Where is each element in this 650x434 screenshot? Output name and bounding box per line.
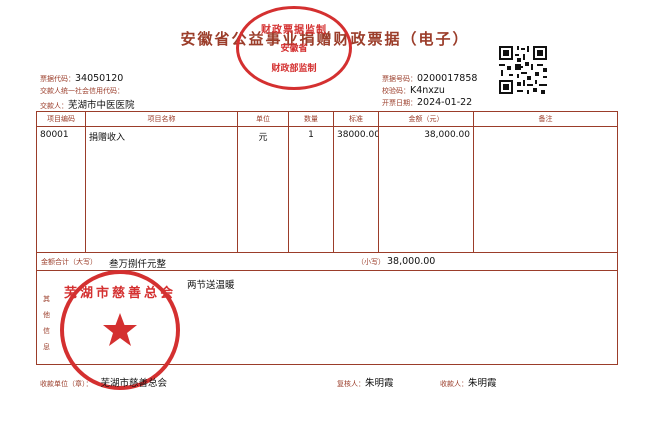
credit-code-label: 交款人统一社会信用代码：: [40, 87, 124, 95]
credit-code-row: 交款人统一社会信用代码：: [40, 86, 124, 96]
header-amount: 金额（元）: [378, 111, 474, 127]
issue-date-label: 开票日期：: [382, 99, 417, 107]
seal-top-line2: 安徽省: [280, 44, 308, 54]
item-code: 80001: [36, 126, 86, 253]
finance-supervision-seal: 财政票据监制 安徽省 财政部监制: [236, 6, 352, 90]
payee-unit-row: 收款单位（章）： 芜湖市慈善总会: [40, 375, 167, 389]
item-name: 捐赠收入: [85, 126, 238, 253]
total-cell: 金额合计（大写） 叁万捌仟元整 （小写） 38,000.00: [36, 252, 618, 271]
check-code-label: 校验码：: [382, 87, 410, 95]
bill-code-label: 票据代码：: [40, 75, 75, 83]
payer-label: 交款人：: [40, 102, 68, 110]
other-info-label: 其他信息: [43, 295, 50, 351]
header-qty: 数量: [288, 111, 334, 127]
total-upper-label: 金额合计（大写）: [41, 258, 97, 266]
collector-label: 收款人：: [440, 380, 468, 388]
seal-bottom-text: 芜湖市慈善总会: [64, 286, 177, 301]
bill-number-label: 票据号码：: [382, 75, 417, 83]
table-row: 80001 捐赠收入 元 1 38000.00 38,000.00: [36, 126, 618, 253]
item-note: [473, 126, 618, 253]
check-code-row: 校验码： K4nxzu: [382, 85, 445, 96]
payer-row: 交款人： 芜湖市中医医院: [40, 97, 135, 111]
seal-top-line1: 财政票据监制: [261, 25, 327, 36]
bill-number-value: 0200017858: [417, 73, 478, 84]
star-icon: [103, 313, 137, 346]
collector-value: 朱明霞: [468, 378, 497, 389]
check-code-value: K4nxzu: [410, 85, 445, 96]
bill-code-row: 票据代码： 34050120: [40, 73, 123, 84]
charity-association-seal: 芜湖市慈善总会: [60, 270, 180, 390]
header-standard: 标准: [333, 111, 379, 127]
collector-row: 收款人： 朱明霞: [440, 375, 497, 389]
total-upper-value: 叁万捌仟元整: [109, 259, 167, 270]
header-name: 项目名称: [85, 111, 238, 127]
header-unit: 单位: [237, 111, 289, 127]
reviewer-value: 朱明霞: [365, 378, 394, 389]
other-info-text: 两节送温暖: [187, 280, 235, 291]
seal-top-line3: 财政部监制: [271, 64, 317, 74]
header-note: 备注: [473, 111, 618, 127]
item-unit: 元: [237, 126, 289, 253]
total-lower-value: 38,000.00: [387, 256, 436, 267]
qr-code-icon: [497, 44, 549, 96]
item-qty: 1: [288, 126, 334, 253]
bill-code-value: 34050120: [75, 73, 124, 84]
issue-date-value: 2024-01-22: [417, 97, 473, 108]
total-lower-label: （小写）: [357, 258, 385, 266]
payee-unit-value: 芜湖市慈善总会: [100, 378, 168, 389]
issue-date-row: 开票日期： 2024-01-22: [382, 97, 472, 108]
header-code: 项目编码: [36, 111, 86, 127]
table-header-row: 项目编码 项目名称 单位 数量 标准 金额（元） 备注: [36, 111, 618, 127]
reviewer-row: 复核人： 朱明霞: [337, 375, 394, 389]
reviewer-label: 复核人：: [337, 380, 365, 388]
payee-unit-label: 收款单位（章）：: [40, 380, 93, 388]
payer-value: 芜湖市中医医院: [68, 100, 135, 111]
total-row: 金额合计（大写） 叁万捌仟元整 （小写） 38,000.00: [36, 252, 618, 271]
bill-number-row: 票据号码： 0200017858: [382, 73, 477, 84]
item-standard: 38000.00: [333, 126, 379, 253]
item-amount: 38,000.00: [378, 126, 474, 253]
